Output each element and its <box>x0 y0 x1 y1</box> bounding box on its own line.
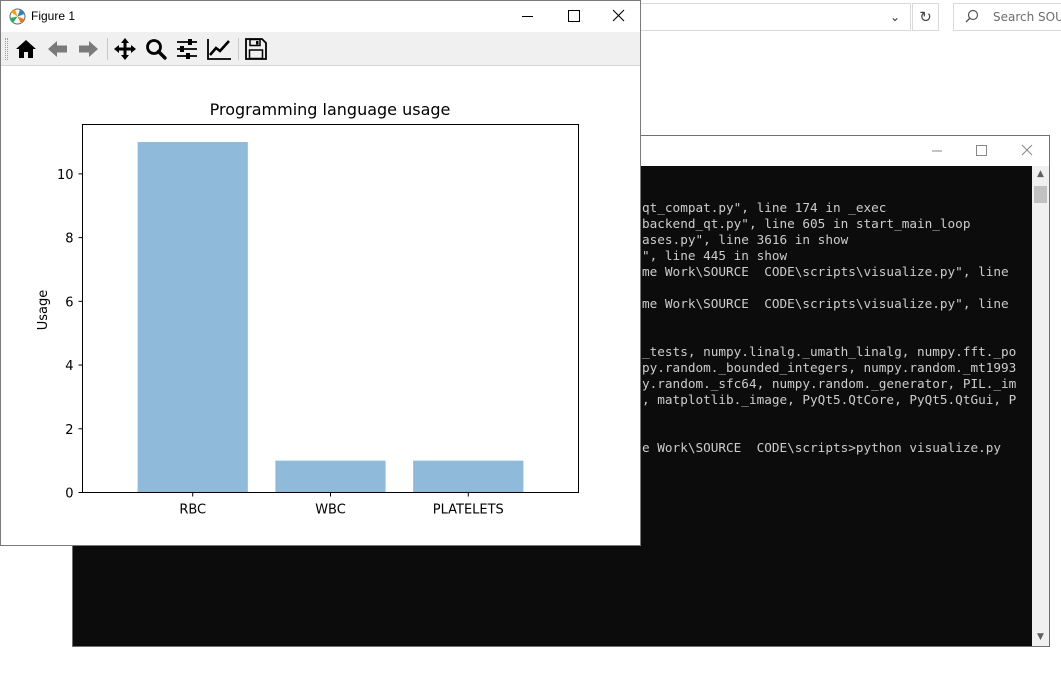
home-icon[interactable] <box>12 36 40 62</box>
console-line: me Work\SOURCE CODE\scripts\visualize.py… <box>642 296 1009 311</box>
move-icon[interactable] <box>111 36 139 62</box>
console-scrollbar[interactable]: ▲ ▼ <box>1032 166 1049 646</box>
y-tick-label: 6 <box>65 295 73 310</box>
bar-wbc <box>275 460 386 493</box>
sliders-icon[interactable] <box>173 36 201 62</box>
console-line: qt_compat.py", line 174 in _exec <box>642 200 887 215</box>
close-icon[interactable] <box>595 1 641 32</box>
console-text: qt_compat.py", line 174 in _exec backend_… <box>642 200 1016 456</box>
refresh-button[interactable]: ↻ <box>912 3 939 31</box>
minimize-icon[interactable] <box>504 1 550 32</box>
y-tick-label: 2 <box>65 423 73 438</box>
x-tick-label: PLATELETS <box>433 503 504 518</box>
arrow-left-icon[interactable] <box>44 36 72 62</box>
y-tick-label: 8 <box>65 232 73 247</box>
maximize-icon[interactable] <box>958 136 1004 166</box>
window-title: Figure 1 <box>31 9 76 23</box>
chevron-down-icon[interactable]: ⌄ <box>886 8 904 26</box>
scrollbar-thumb[interactable] <box>1034 186 1047 203</box>
matplotlib-app-icon <box>9 8 26 25</box>
x-tick-label: RBC <box>179 503 206 518</box>
console-line: ases.py", line 3616 in show <box>642 232 849 247</box>
console-line: e Work\SOURCE CODE\scripts>python visual… <box>642 440 1002 455</box>
floppy-disk-icon[interactable] <box>242 36 270 62</box>
toolbar-separator <box>238 38 239 60</box>
y-tick-label: 4 <box>65 359 73 374</box>
scroll-up-icon[interactable]: ▲ <box>1032 166 1049 183</box>
bar-chart: Programming language usage Usage 0 2 4 6 8 10… <box>36 100 579 518</box>
figure-titlebar[interactable]: Figure 1 <box>1 1 640 32</box>
magnifier-icon[interactable] <box>142 36 170 62</box>
minimize-icon[interactable] <box>914 136 960 166</box>
chart-title: Programming language usage <box>210 100 451 119</box>
maximize-icon[interactable] <box>550 1 596 32</box>
close-icon[interactable] <box>1004 136 1050 166</box>
y-tick-label: 0 <box>65 487 73 502</box>
console-line: backend_qt.py", line 605 in start_main_l… <box>642 216 971 231</box>
console-line: py.random._bounded_integers, numpy.rando… <box>642 360 1017 375</box>
console-line: _tests, numpy.linalg._umath_linalg, nump… <box>642 344 1017 359</box>
search-icon <box>965 9 979 23</box>
bar-rbc <box>137 142 248 493</box>
y-tick-label: 10 <box>57 168 74 183</box>
toolbar-separator <box>107 38 108 60</box>
chart-line-icon[interactable] <box>205 36 233 62</box>
figure-toolbar <box>1 32 640 66</box>
console-line: me Work\SOURCE CODE\scripts\visualize.py… <box>642 264 1009 279</box>
x-tick-label: WBC <box>315 503 346 518</box>
console-line: ", line 445 in show <box>642 248 788 263</box>
bar-platelets <box>413 460 524 493</box>
bars-group <box>137 142 524 493</box>
console-line: , matplotlib._image, PyQt5.QtCore, PyQt5… <box>642 392 1017 407</box>
address-bar[interactable] <box>641 3 911 31</box>
arrow-right-icon[interactable] <box>74 36 102 62</box>
toolbar-grip[interactable] <box>5 38 8 60</box>
y-axis-label: Usage <box>36 290 51 331</box>
chart-canvas[interactable]: Programming language usage Usage 0 2 4 6 8 10… <box>1 67 640 545</box>
figure-window: Figure 1 Programming language usage Usag… <box>0 0 641 546</box>
scroll-down-icon[interactable]: ▼ <box>1032 629 1049 646</box>
x-ticks-group: RBC WBC PLATELETS <box>179 492 504 518</box>
y-ticks-group: 0 2 4 6 8 10 <box>57 168 83 502</box>
console-line: y.random._sfc64, numpy.random._generator… <box>642 376 1017 391</box>
